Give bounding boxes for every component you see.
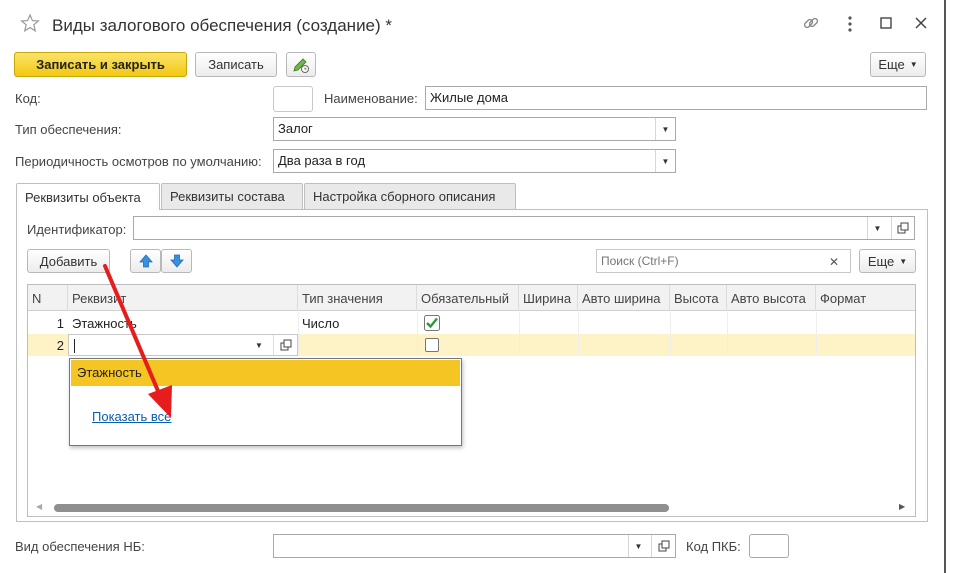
- nb-open-button[interactable]: [651, 535, 675, 557]
- horizontal-scrollbar[interactable]: ◀ ▶: [28, 500, 915, 516]
- edit-report-button[interactable]: [286, 52, 316, 77]
- column-divider: [578, 312, 579, 356]
- type-select[interactable]: Залог: [273, 117, 676, 141]
- scroll-left-icon[interactable]: ◀: [36, 502, 42, 511]
- open-icon: [280, 339, 291, 351]
- scroll-right-icon[interactable]: ▶: [899, 502, 905, 511]
- tab-object-attributes[interactable]: Реквизиты объекта: [16, 183, 160, 210]
- pkb-code-label: Код ПКБ:: [686, 539, 741, 554]
- favorite-star-icon[interactable]: [20, 13, 40, 33]
- name-field[interactable]: Жилые дома: [425, 86, 927, 110]
- column-divider: [298, 312, 299, 356]
- column-header-value-type[interactable]: Тип значения: [298, 285, 417, 311]
- close-icon[interactable]: [912, 14, 930, 32]
- identifier-dropdown-button[interactable]: ▼: [867, 217, 887, 239]
- column-divider: [816, 312, 817, 356]
- background-window-edge: [944, 0, 958, 573]
- row-number: 1: [56, 315, 64, 331]
- column-header-n[interactable]: N: [28, 285, 68, 311]
- value-type-cell[interactable]: Число: [302, 312, 339, 334]
- column-divider: [727, 312, 728, 356]
- clear-search-icon[interactable]: ✕: [829, 255, 839, 269]
- nb-type-field[interactable]: [273, 534, 676, 558]
- window-title: Виды залогового обеспечения (создание) *: [52, 16, 393, 35]
- required-checkbox[interactable]: [424, 315, 440, 331]
- period-select[interactable]: Два раза в год: [273, 149, 676, 173]
- open-icon: [658, 540, 669, 552]
- column-divider: [519, 312, 520, 356]
- name-label: Наименование:: [324, 91, 418, 106]
- more-button-label: Еще: [878, 57, 905, 72]
- annotation-arrow-icon: [103, 264, 172, 418]
- more-button[interactable]: Еще ▼: [870, 52, 926, 77]
- column-header-format[interactable]: Формат: [816, 285, 915, 311]
- pkb-code-field[interactable]: [749, 534, 789, 558]
- nb-dropdown-button[interactable]: ▼: [628, 535, 648, 557]
- identifier-label: Идентификатор:: [27, 222, 127, 237]
- row-number: 2: [56, 337, 64, 353]
- checkmark-icon: [424, 315, 440, 331]
- period-label: Периодичность осмотров по умолчанию:: [15, 154, 262, 169]
- attribute-dropdown-button[interactable]: ▼: [247, 335, 271, 355]
- column-divider: [670, 312, 671, 356]
- save-button[interactable]: Записать: [195, 52, 277, 77]
- chevron-down-icon: ▼: [909, 60, 918, 69]
- identifier-field[interactable]: [133, 216, 915, 240]
- tab-summary-description[interactable]: Настройка сборного описания: [304, 183, 516, 209]
- period-select-value: Два раза в год: [278, 153, 366, 168]
- maximize-icon[interactable]: [878, 15, 894, 31]
- scrollbar-thumb[interactable]: [54, 504, 669, 512]
- table-more-button[interactable]: Еще ▼: [859, 249, 916, 273]
- pencil-settings-icon: [293, 57, 309, 73]
- identifier-open-button[interactable]: [891, 217, 914, 239]
- column-header-height[interactable]: Высота: [670, 285, 727, 311]
- code-label: Код:: [15, 91, 41, 106]
- code-field[interactable]: [273, 86, 313, 112]
- open-icon: [897, 222, 909, 234]
- more-actions-icon[interactable]: [843, 14, 857, 34]
- required-checkbox[interactable]: [425, 338, 439, 352]
- column-header-auto-width[interactable]: Авто ширина: [578, 285, 670, 311]
- table-more-label: Еще: [867, 253, 895, 269]
- save-and-close-button[interactable]: Записать и закрыть: [14, 52, 187, 77]
- tab-composition-attributes[interactable]: Реквизиты состава: [161, 183, 303, 209]
- nb-type-label: Вид обеспечения НБ:: [15, 539, 145, 554]
- chevron-down-icon: ▼: [899, 256, 908, 266]
- column-divider: [417, 312, 418, 356]
- search-input[interactable]: [596, 249, 851, 273]
- period-dropdown-button[interactable]: ▼: [655, 150, 675, 172]
- column-header-required[interactable]: Обязательный: [417, 285, 519, 311]
- type-label: Тип обеспечения:: [15, 122, 122, 137]
- attribute-open-button[interactable]: [273, 335, 297, 355]
- column-header-auto-height[interactable]: Авто высота: [727, 285, 816, 311]
- type-dropdown-button[interactable]: ▼: [655, 118, 675, 140]
- column-header-width[interactable]: Ширина: [519, 285, 578, 311]
- type-select-value: Залог: [278, 121, 313, 136]
- link-icon[interactable]: [800, 12, 822, 34]
- text-cursor: [74, 339, 75, 353]
